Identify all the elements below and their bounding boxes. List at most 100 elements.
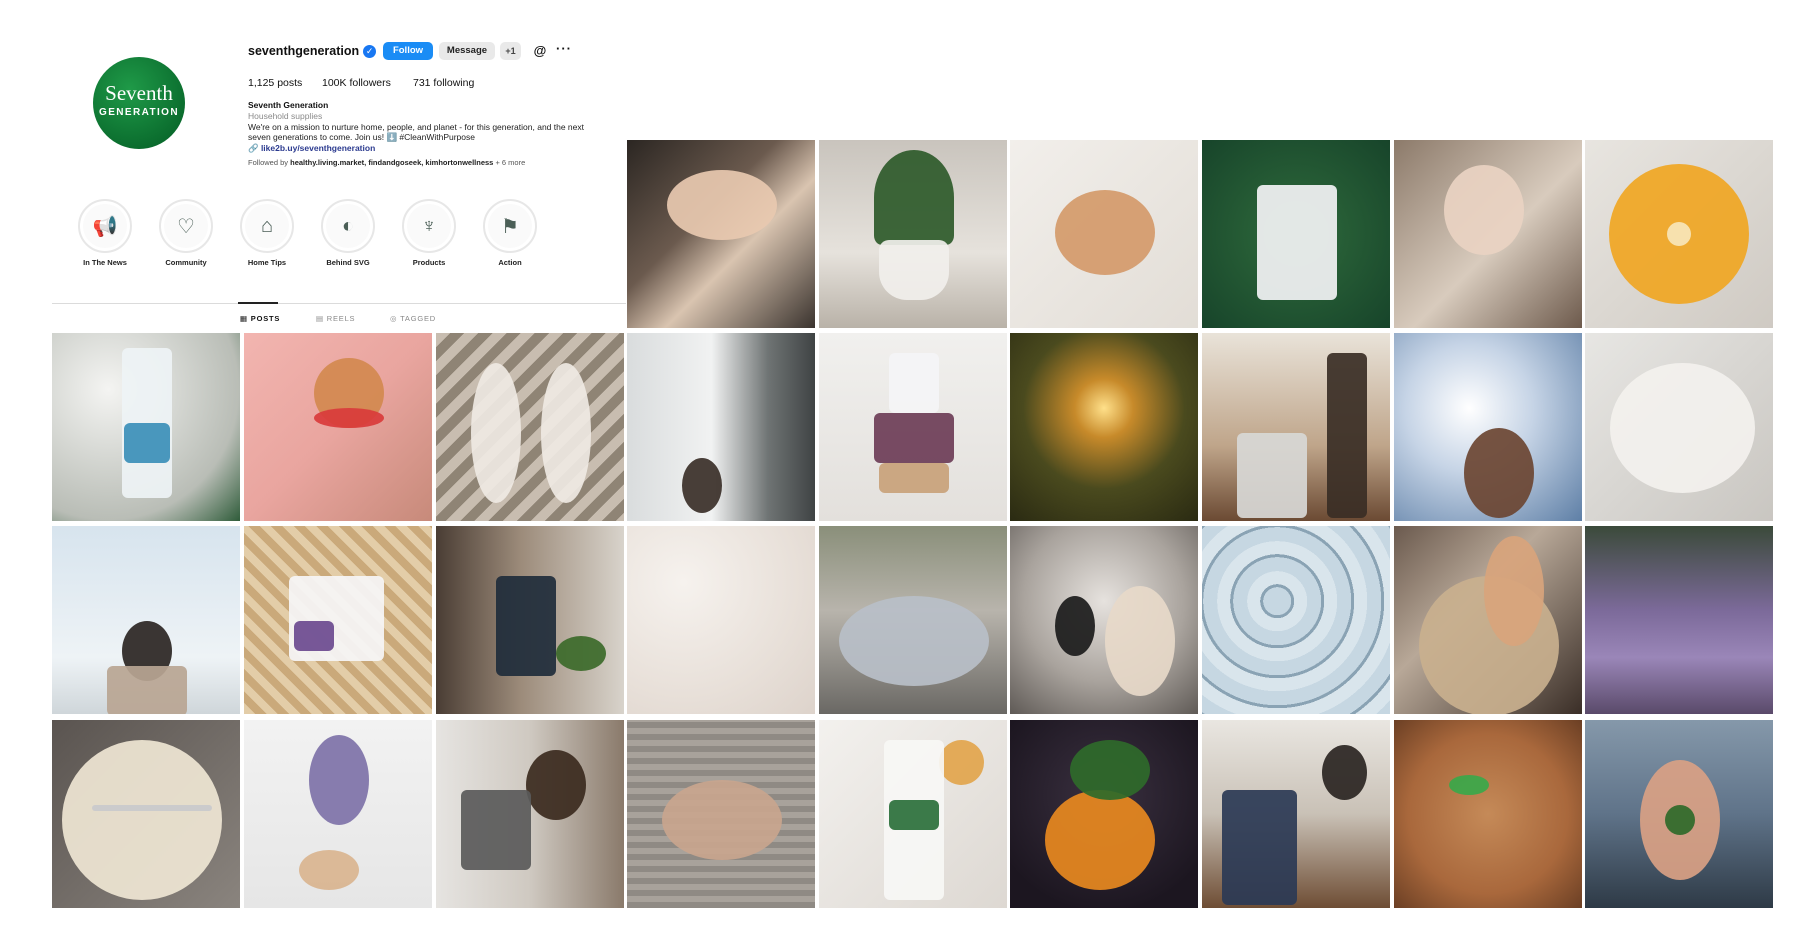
post-tile-teddy-bear[interactable] <box>819 526 1007 714</box>
post-image-detail <box>939 740 984 785</box>
post-image-detail <box>309 735 369 825</box>
post-tile-product-pouch-green[interactable] <box>1202 140 1390 328</box>
megaphone-icon: 📢 <box>78 199 132 253</box>
post-image-detail <box>1055 596 1095 656</box>
username: seventhgeneration <box>248 44 360 58</box>
tab-posts[interactable]: ▦ POSTS <box>240 314 280 323</box>
tabs-divider <box>52 303 626 304</box>
post-image-detail <box>1257 185 1337 300</box>
post-image-detail <box>314 408 384 428</box>
more-options-icon[interactable]: ··· <box>555 42 573 60</box>
post-tile-child-watermelon[interactable] <box>244 333 432 521</box>
post-tile-child-baking[interactable] <box>1394 140 1582 328</box>
post-image-detail <box>526 750 586 820</box>
post-image-detail <box>889 353 939 413</box>
followers-count[interactable]: 100K followers <box>322 77 391 89</box>
post-tile-dish-soap-bottle[interactable] <box>52 333 240 521</box>
post-tile-all-purpose-spray[interactable] <box>819 720 1007 908</box>
highlight-label: Products <box>412 258 446 267</box>
post-tile-hand-sky[interactable] <box>1394 333 1582 521</box>
flag-icon: ⚑ <box>483 199 537 253</box>
post-tile-messy-plate[interactable] <box>1394 720 1582 908</box>
post-tile-cooking-pot[interactable] <box>1394 526 1582 714</box>
follow-button[interactable]: Follow <box>383 42 433 60</box>
post-tile-washing-machine[interactable] <box>1010 526 1198 714</box>
post-tile-bubbles[interactable] <box>1202 526 1390 714</box>
message-button[interactable]: Message <box>439 42 495 60</box>
post-image-detail <box>682 458 722 513</box>
post-tile-pouch-on-folded-clothes[interactable] <box>819 333 1007 521</box>
suggest-users-button[interactable]: +1 <box>500 42 521 60</box>
post-tile-sunset-tree[interactable] <box>1010 333 1198 521</box>
post-tile-hands-washing[interactable] <box>627 140 815 328</box>
post-image-detail <box>1667 222 1691 246</box>
post-image-detail <box>1444 165 1524 255</box>
post-image-detail <box>1237 433 1307 518</box>
post-image-detail <box>124 423 170 463</box>
bottle-icon: ♆ <box>402 199 456 253</box>
post-image-detail <box>1045 790 1155 890</box>
followed-by-text[interactable]: Followed by healthy.living.market, finda… <box>248 158 628 169</box>
post-tile-dirty-bowl[interactable] <box>52 720 240 908</box>
post-image-detail <box>1327 353 1367 518</box>
post-image-detail <box>1665 805 1695 835</box>
post-tile-potted-plant[interactable] <box>819 140 1007 328</box>
post-tile-elderly-hands[interactable] <box>627 720 815 908</box>
post-image-detail <box>1449 775 1489 795</box>
highlight-action[interactable]: ⚑ Action <box>475 199 545 267</box>
post-tile-man-microwave[interactable] <box>436 720 624 908</box>
category-label: Household supplies <box>248 110 323 121</box>
posts-count: 1,125 posts <box>248 77 303 89</box>
post-image-detail <box>879 240 949 300</box>
post-tile-orange-slice[interactable] <box>1585 140 1773 328</box>
verified-badge-icon: ✓ <box>363 44 377 58</box>
bio-text-line1: We're on a mission to nurture home, peop… <box>248 121 585 132</box>
post-tile-pouch-on-sweater[interactable] <box>244 526 432 714</box>
post-tile-man-dishwasher[interactable] <box>1202 333 1390 521</box>
post-image-detail <box>662 780 782 860</box>
post-tile-lavender-field[interactable] <box>1585 526 1773 714</box>
post-tile-stain-on-fabric[interactable] <box>1010 140 1198 328</box>
post-image-detail <box>294 621 334 651</box>
highlight-products[interactable]: ♆ Products <box>394 199 464 267</box>
post-image-detail <box>1322 745 1367 800</box>
display-name: Seventh Generation <box>248 100 329 110</box>
post-tile-cat-doorway[interactable] <box>627 333 815 521</box>
post-tile-man-kitchen[interactable] <box>436 526 624 714</box>
post-image-detail <box>496 576 556 676</box>
highlight-community[interactable]: ♡ Community <box>151 199 221 267</box>
post-tile-socks[interactable] <box>436 333 624 521</box>
following-count[interactable]: 731 following <box>413 77 474 89</box>
post-image-detail <box>107 666 187 714</box>
bio-text-line2: seven generations to come. Join us! ⬇️ #… <box>248 132 475 143</box>
tab-tagged[interactable]: ◎ TAGGED <box>390 314 436 323</box>
username-row: seventhgeneration ✓ <box>248 41 377 61</box>
post-image-detail <box>1610 363 1755 493</box>
post-image-detail <box>1105 586 1175 696</box>
post-image-detail <box>1055 190 1155 275</box>
highlight-behind-svg[interactable]: ◐ Behind SVG <box>313 199 383 267</box>
highlight-home-tips[interactable]: ⌂ Home Tips <box>232 199 302 267</box>
post-tile-white-sweater[interactable] <box>1585 333 1773 521</box>
post-image-detail <box>874 150 954 245</box>
profile-avatar[interactable]: Seventh GENERATION <box>93 57 185 149</box>
post-image-detail <box>461 790 531 870</box>
avatar-logo-line2: GENERATION <box>99 107 179 118</box>
heart-icon: ♡ <box>159 199 213 253</box>
highlight-in-the-news[interactable]: 📢 In The News <box>70 199 140 267</box>
post-tile-hand-leaf[interactable] <box>1585 720 1773 908</box>
profile-link[interactable]: 🔗 like2b.uy/seventhgeneration <box>248 143 628 154</box>
followed-by-names: healthy.living.market, findandgoseek, ki… <box>290 157 494 167</box>
post-image-detail <box>839 596 989 686</box>
post-tile-woman-sky[interactable] <box>52 526 240 714</box>
tab-reels[interactable]: ▤ REELS <box>316 314 355 323</box>
followed-by-suffix: + 6 more <box>493 157 526 167</box>
post-tile-foam-texture[interactable] <box>627 526 815 714</box>
threads-icon[interactable]: @ <box>532 42 548 60</box>
post-tile-couple-sink[interactable] <box>1202 720 1390 908</box>
post-image-detail <box>667 170 777 240</box>
post-tile-mandarin[interactable] <box>1010 720 1198 908</box>
followed-by-prefix: Followed by <box>248 157 291 167</box>
post-tile-lavender-bouquet[interactable] <box>244 720 432 908</box>
post-image-detail <box>92 805 212 811</box>
